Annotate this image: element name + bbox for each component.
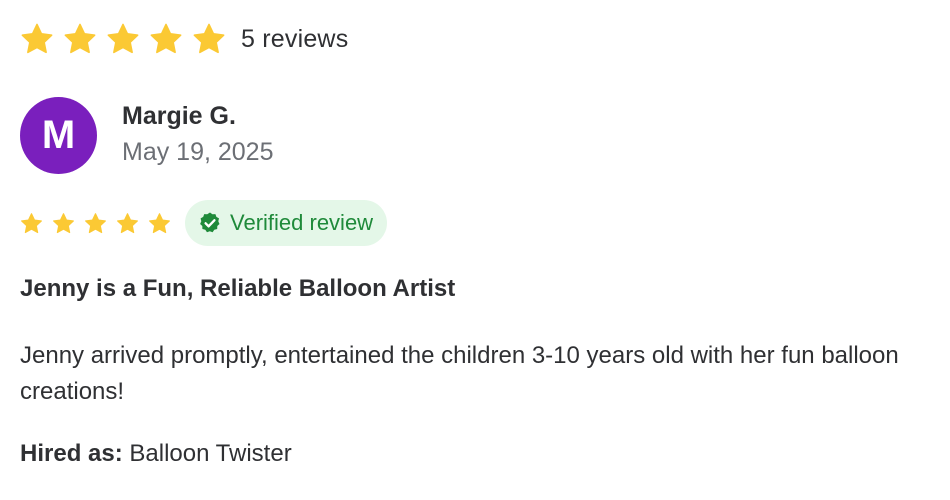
star-icon: [149, 212, 170, 233]
star-icon: [85, 212, 106, 233]
avatar: M: [20, 97, 97, 174]
verified-badge: Verified review: [185, 200, 388, 246]
reviewer-info: Margie G. May 19, 2025: [122, 97, 274, 168]
review-date: May 19, 2025: [122, 138, 274, 166]
review-stars: [20, 212, 171, 235]
star-icon: [107, 23, 139, 54]
summary-stars: [20, 22, 226, 56]
verified-check-icon: [200, 212, 220, 233]
star-icon: [21, 212, 42, 233]
star-icon: [64, 23, 96, 54]
review-body: Jenny arrived promptly, entertained the …: [20, 342, 899, 405]
star-icon: [150, 23, 182, 54]
hired-as: Hired as: Balloon Twister: [20, 440, 292, 468]
reviewer-header: M Margie G. May 19, 2025: [20, 97, 274, 174]
verified-label: Verified review: [230, 210, 374, 235]
star-icon: [193, 23, 225, 54]
rating-summary: 5 reviews: [20, 20, 348, 58]
star-icon: [21, 23, 53, 54]
review-count[interactable]: 5 reviews: [241, 25, 348, 54]
reviewer-name: Margie G.: [122, 102, 236, 130]
hired-as-label: Hired as:: [20, 440, 123, 467]
review-title: Jenny is a Fun, Reliable Balloon Artist: [20, 275, 456, 302]
star-icon: [53, 212, 74, 233]
star-icon: [117, 212, 138, 233]
hired-as-value: Balloon Twister: [129, 440, 292, 467]
review-rating-row: Verified review: [20, 199, 388, 247]
